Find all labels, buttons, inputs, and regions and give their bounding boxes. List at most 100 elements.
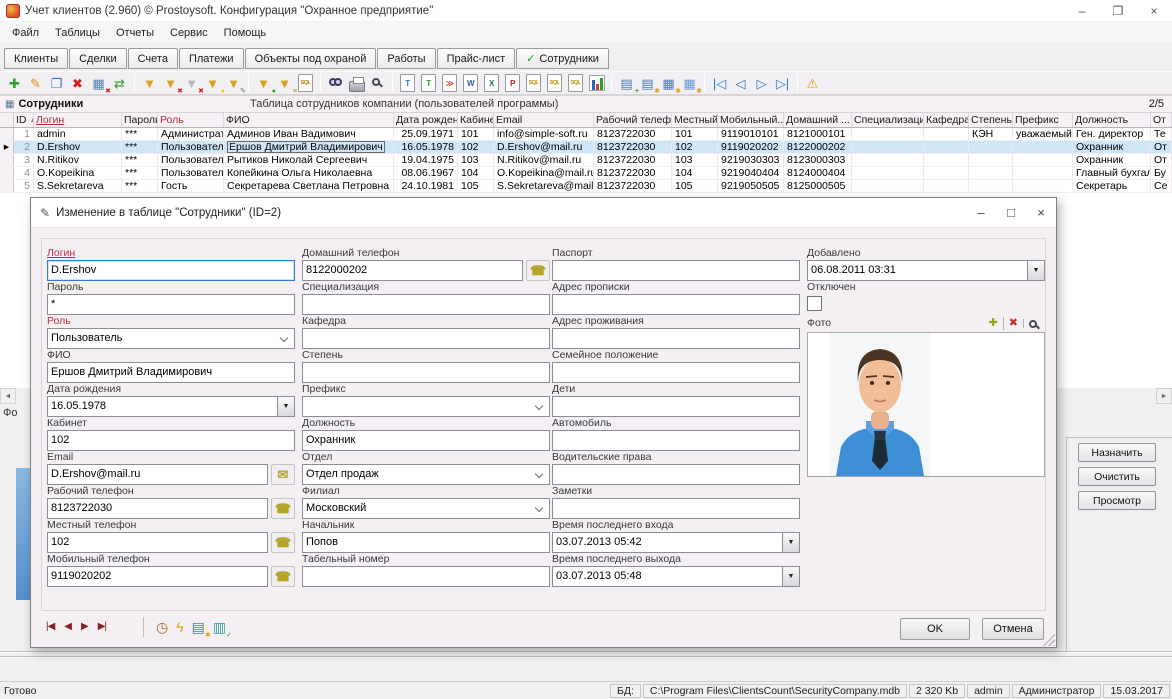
- menu-item-2[interactable]: Отчеты: [108, 25, 162, 41]
- marital-status-input[interactable]: [552, 362, 800, 383]
- mail-icon[interactable]: ✉: [271, 464, 295, 485]
- export-xml-icon[interactable]: SQL: [565, 73, 586, 93]
- table-row[interactable]: 5S.Sekretareva***ГостьСекретарева Светла…: [0, 180, 1172, 193]
- filter-custom-icon[interactable]: ▼✎: [223, 73, 244, 93]
- col-header-12[interactable]: Специализация: [852, 113, 924, 127]
- birthdate-input[interactable]: 16.05.1978: [47, 396, 278, 417]
- last-logout-time-dropdown-button[interactable]: ▼: [783, 566, 800, 587]
- add-record-icon[interactable]: ✚: [4, 73, 25, 93]
- tab-1[interactable]: Сделки: [69, 48, 127, 69]
- replace-icon[interactable]: ⇄: [109, 73, 130, 93]
- minimize-button[interactable]: –: [1064, 0, 1100, 21]
- scroll-left-button[interactable]: ◄: [0, 388, 16, 404]
- col-header-9[interactable]: Местный...: [672, 113, 718, 127]
- scroll-right-button[interactable]: ►: [1156, 388, 1172, 404]
- last-login-time-dropdown-button[interactable]: ▼: [783, 532, 800, 553]
- delete-table-rows-icon[interactable]: ▦✖: [88, 73, 109, 93]
- record-nav-next-icon[interactable]: ▶: [76, 621, 93, 632]
- chair-input[interactable]: [302, 328, 550, 349]
- col-header-10[interactable]: Мобильный...: [718, 113, 784, 127]
- filter-cancel-icon[interactable]: ▼✖: [160, 73, 181, 93]
- tab-7[interactable]: ✓Сотрудники: [516, 48, 609, 69]
- export-sql-icon[interactable]: SQL: [523, 73, 544, 93]
- tab-0[interactable]: Клиенты: [4, 48, 68, 69]
- subform-edit-icon[interactable]: ▤✱: [637, 73, 658, 93]
- personnel-number-input[interactable]: [302, 566, 550, 587]
- phone-icon[interactable]: ☎: [526, 260, 550, 281]
- col-header-0[interactable]: ID▲: [14, 113, 34, 127]
- export-word-icon[interactable]: W: [460, 73, 481, 93]
- delete-record-icon[interactable]: ✖: [67, 73, 88, 93]
- export-merge-icon[interactable]: ≫: [439, 73, 460, 93]
- tab-3[interactable]: Платежи: [179, 48, 244, 69]
- driver-license-input[interactable]: [552, 464, 800, 485]
- children-input[interactable]: [552, 396, 800, 417]
- photo-zoom-button[interactable]: [1023, 319, 1045, 328]
- col-header-6[interactable]: Кабинет: [458, 113, 494, 127]
- report-icon[interactable]: ▥✓: [209, 617, 230, 637]
- tab-5[interactable]: Работы: [377, 48, 435, 69]
- col-header-5[interactable]: Дата рождения: [394, 113, 458, 127]
- nav-first-icon[interactable]: |◁: [709, 73, 730, 93]
- notes-input[interactable]: [552, 498, 800, 519]
- view-button[interactable]: Просмотр: [1078, 491, 1156, 510]
- tab-2[interactable]: Счета: [128, 48, 178, 69]
- col-header-7[interactable]: Email: [494, 113, 594, 127]
- edit-record-icon[interactable]: ✎: [25, 73, 46, 93]
- export-excel-icon[interactable]: X: [481, 73, 502, 93]
- maximize-button[interactable]: ❐: [1100, 0, 1136, 21]
- branch-combo[interactable]: Московский: [302, 498, 550, 519]
- role-combo[interactable]: Пользователь: [47, 328, 295, 349]
- assign-button[interactable]: Назначить: [1078, 443, 1156, 462]
- print-icon[interactable]: [346, 73, 367, 93]
- filter-icon[interactable]: ▼: [139, 73, 160, 93]
- sql-filter-icon[interactable]: SQL: [295, 73, 316, 93]
- res-address-input[interactable]: [552, 328, 800, 349]
- form-icon[interactable]: ▤✱: [188, 617, 209, 637]
- col-header-3[interactable]: Роль: [158, 113, 224, 127]
- phone-icon[interactable]: ☎: [271, 498, 295, 519]
- col-header-16[interactable]: Должность: [1073, 113, 1151, 127]
- photo-delete-button[interactable]: ✖: [1003, 317, 1023, 330]
- menu-item-0[interactable]: Файл: [4, 25, 47, 41]
- search-icon[interactable]: [325, 73, 346, 93]
- export-copy-icon[interactable]: T: [418, 73, 439, 93]
- record-nav-first-icon[interactable]: |◀: [41, 621, 59, 632]
- col-header-4[interactable]: ФИО: [224, 113, 394, 127]
- degree-input[interactable]: [302, 362, 550, 383]
- col-header-11[interactable]: Домашний ...: [784, 113, 852, 127]
- mobile-phone-input[interactable]: 9119020202: [47, 566, 268, 587]
- copy-record-icon[interactable]: ❐: [46, 73, 67, 93]
- ok-button[interactable]: OK: [900, 618, 970, 640]
- dialog-maximize-button[interactable]: □: [996, 198, 1026, 227]
- tab-6[interactable]: Прайс-лист: [437, 48, 516, 69]
- record-nav-prev-icon[interactable]: ◀: [59, 621, 76, 632]
- disabled-checkbox[interactable]: [807, 296, 822, 311]
- close-button[interactable]: ×: [1136, 0, 1172, 21]
- filter-apply-icon[interactable]: ▼●: [253, 73, 274, 93]
- added-input[interactable]: 06.08.2011 03:31: [807, 260, 1028, 281]
- dialog-minimize-button[interactable]: –: [966, 198, 996, 227]
- tab-4[interactable]: Объекты под охраной: [245, 48, 377, 69]
- last-logout-time-input[interactable]: 03.07.2013 05:48: [552, 566, 783, 587]
- history-icon[interactable]: ◷: [152, 617, 172, 637]
- reg-address-input[interactable]: [552, 294, 800, 315]
- specialization-input[interactable]: [302, 294, 550, 315]
- cancel-button[interactable]: Отмена: [982, 618, 1044, 640]
- col-header-14[interactable]: Степень: [969, 113, 1013, 127]
- phone-icon[interactable]: ☎: [271, 532, 295, 553]
- export-table-icon[interactable]: T: [397, 73, 418, 93]
- col-header-13[interactable]: Кафедра: [924, 113, 969, 127]
- login-input[interactable]: D.Ershov: [47, 260, 295, 281]
- added-dropdown-button[interactable]: ▼: [1028, 260, 1045, 281]
- view-settings-icon[interactable]: ▦✱: [679, 73, 700, 93]
- local-phone-input[interactable]: 102: [47, 532, 268, 553]
- fio-input[interactable]: Ершов Дмитрий Владимирович: [47, 362, 295, 383]
- col-header-2[interactable]: Пароль: [122, 113, 158, 127]
- phone-icon[interactable]: ☎: [271, 566, 295, 587]
- menu-item-3[interactable]: Сервис: [162, 25, 216, 41]
- table-row[interactable]: 3N.Ritikov***ПользовательРытиков Николай…: [0, 154, 1172, 167]
- menu-item-1[interactable]: Таблицы: [47, 25, 108, 41]
- nav-prev-icon[interactable]: ◁: [730, 73, 751, 93]
- table-row[interactable]: ▶2D.Ershov***ПользовательЕршов Дмитрий В…: [0, 141, 1172, 154]
